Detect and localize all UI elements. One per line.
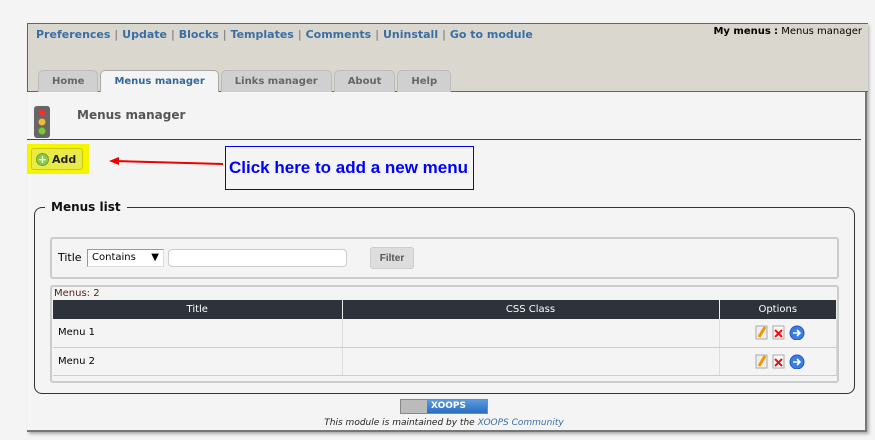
tab-help[interactable]: Help — [397, 70, 452, 92]
edit-icon[interactable] — [755, 325, 768, 340]
tab-links-manager[interactable]: Links manager — [220, 70, 332, 92]
admin-links: Preferences | Update | Blocks | Template… — [36, 28, 533, 41]
link-update[interactable]: Update — [122, 28, 167, 41]
globe-icon — [401, 400, 427, 413]
tab-about[interactable]: About — [333, 70, 396, 92]
module-header: Preferences | Update | Blocks | Template… — [27, 23, 868, 92]
fieldset-legend: Menus list — [51, 200, 121, 214]
menus-table-container: Menus: 2 Title CSS Class Options Menu 1 … — [50, 285, 839, 383]
col-title: Title — [53, 300, 343, 319]
footer-text: This module is maintained by the XOOPS C… — [324, 418, 564, 428]
view-arrow-icon[interactable] — [789, 325, 805, 341]
menu-title: Menu 1 — [53, 319, 343, 348]
link-comments[interactable]: Comments — [306, 28, 372, 41]
delete-icon[interactable] — [772, 325, 785, 340]
edit-icon[interactable] — [755, 354, 768, 369]
delete-icon[interactable] — [772, 354, 785, 369]
module-breadcrumb: My menus : Menus manager — [713, 26, 862, 37]
tab-menus-manager[interactable]: Menus manager — [100, 70, 219, 92]
filter-label: Title — [58, 251, 82, 264]
menus-count: Menus: 2 — [54, 288, 100, 299]
tab-bar: Home Menus manager Links manager About H… — [38, 70, 452, 92]
callout-annotation: Click here to add a new menu — [225, 146, 474, 190]
filter-bar: Title Contains ▼ Filter — [50, 237, 839, 279]
chevron-down-icon: ▼ — [151, 252, 159, 263]
add-button[interactable]: + Add — [31, 148, 83, 170]
link-go-to-module[interactable]: Go to module — [450, 28, 533, 41]
col-css-class: CSS Class — [342, 300, 720, 319]
view-arrow-icon[interactable] — [789, 354, 805, 369]
link-blocks[interactable]: Blocks — [179, 28, 219, 41]
filter-button[interactable]: Filter — [370, 247, 414, 269]
menu-title: Menu 2 — [53, 347, 343, 376]
add-highlight: + Add — [27, 144, 89, 174]
menu-css — [342, 319, 720, 348]
menu-css — [342, 347, 720, 376]
divider — [27, 139, 861, 140]
table-row: Menu 2 — [53, 347, 837, 376]
table-row: Menu 1 — [53, 319, 837, 348]
filter-input[interactable] — [168, 249, 347, 267]
link-preferences[interactable]: Preferences — [36, 28, 110, 41]
plus-icon: + — [36, 152, 49, 166]
link-uninstall[interactable]: Uninstall — [383, 28, 438, 41]
page-title: Menus manager — [77, 108, 186, 122]
tab-home[interactable]: Home — [38, 70, 99, 92]
link-templates[interactable]: Templates — [231, 28, 294, 41]
arrow-icon — [109, 157, 224, 165]
menus-table: Title CSS Class Options Menu 1 Menu 2 — [53, 300, 837, 376]
traffic-light-icon — [34, 106, 50, 142]
filter-mode-select[interactable]: Contains ▼ — [87, 249, 164, 267]
col-options: Options — [719, 300, 837, 319]
xoops-community-link[interactable]: XOOPS Community — [478, 418, 564, 428]
xoops-badge[interactable]: XOOPS — [400, 399, 488, 414]
